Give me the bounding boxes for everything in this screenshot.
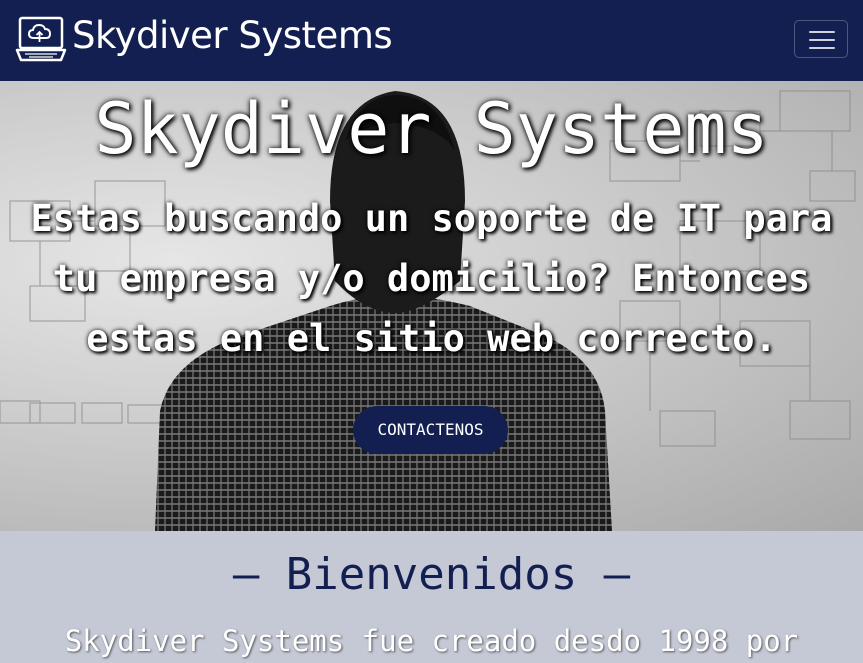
hero-subtitle-line: estas en el sitio web correcto. <box>86 317 777 360</box>
hero-section: Skydiver Systems Estas buscando un sopor… <box>0 81 863 531</box>
hero-title: Skydiver Systems <box>94 88 769 170</box>
cloud-laptop-icon[interactable] <box>15 16 67 62</box>
welcome-title: – Bienvenidos – <box>232 549 631 600</box>
welcome-section: – Bienvenidos – Skydiver Systems fue cre… <box>0 531 863 663</box>
menu-toggle-button[interactable] <box>794 20 848 58</box>
hamburger-icon <box>809 31 835 33</box>
welcome-text: Skydiver Systems fue creado desdo 1998 p… <box>64 624 799 658</box>
brand-name[interactable]: Skydiver Systems <box>72 14 393 58</box>
hero-subtitle: Estas buscando un soporte de IT para tu … <box>0 189 863 369</box>
hero-subtitle-line: tu empresa y/o domicilio? Entonces <box>52 257 811 300</box>
navbar: Skydiver Systems <box>0 0 863 81</box>
hero-subtitle-line: Estas buscando un soporte de IT para <box>30 197 833 240</box>
contact-button[interactable]: CONTACTENOS <box>353 406 508 454</box>
